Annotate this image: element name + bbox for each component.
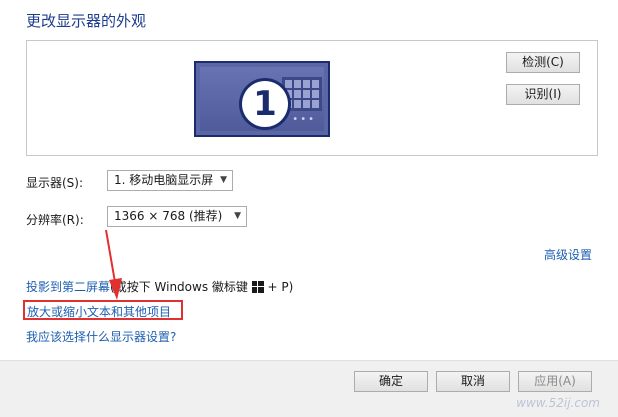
project-link[interactable]: 投影到第二屏幕 [26,280,110,294]
project-line: 投影到第二屏幕(或按下 Windows 徽标键 + P) [26,278,293,295]
project-hint-tail: + P) [263,280,294,294]
apply-button[interactable]: 应用(A) [518,371,592,392]
display-select[interactable]: 1. 移动电脑显示屏 ▼ [107,170,233,191]
project-hint: (或按下 Windows 徽标键 [110,280,252,294]
display-preview: 1 ••• 检测(C) 识别(I) [26,40,598,156]
cancel-button[interactable]: 取消 [436,371,510,392]
display-label: 显示器(S): [26,176,84,190]
red-arrow-annotation [105,230,122,300]
highlight-box [23,300,183,320]
which-settings-link[interactable]: 我应该选择什么显示器设置? [26,328,176,345]
ok-button[interactable]: 确定 [354,371,428,392]
identify-button[interactable]: 识别(I) [506,84,580,105]
display-select-value: 1. 移动电脑显示屏 [114,173,214,187]
chevron-down-icon: ▼ [234,211,241,221]
advanced-settings-link[interactable]: 高级设置 [544,246,592,263]
window-grid-icon [282,77,322,111]
resolution-label: 分辨率(R): [26,213,84,227]
windows-logo-icon [251,281,264,293]
resolution-select-value: 1366 × 768 (推荐) [114,209,223,223]
page-title: 更改显示器的外观 [26,12,147,30]
resolution-select[interactable]: 1366 × 768 (推荐) ▼ [107,206,247,227]
detect-button[interactable]: 检测(C) [506,52,580,73]
monitor-number: 1 [242,81,288,127]
chevron-down-icon: ▼ [220,175,227,185]
dots-icon: ••• [292,114,316,125]
monitor-icon[interactable]: 1 ••• [194,61,330,137]
watermark: www.52ij.com [516,396,600,410]
